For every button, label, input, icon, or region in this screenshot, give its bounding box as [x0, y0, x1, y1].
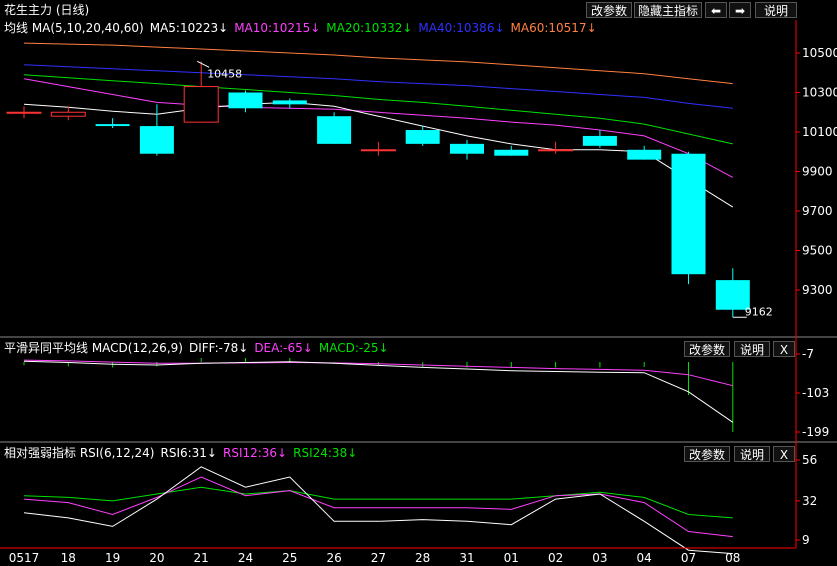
rsi-tick-label: 32 — [802, 494, 817, 508]
candle-body — [450, 143, 484, 154]
ma10-line — [23, 78, 734, 178]
rsi-panel-separator — [0, 441, 837, 443]
date-tick-label: 02 — [548, 551, 563, 565]
macd-tick-label: -7 — [802, 347, 814, 361]
candle-body — [494, 149, 529, 156]
candle-body — [538, 149, 574, 152]
date-tick-label: 18 — [61, 551, 76, 565]
candle-body — [671, 153, 706, 275]
candle-body — [272, 100, 307, 105]
legend-ma40: MA40:10386↓ — [418, 21, 505, 35]
macd-help-button[interactable]: 说明 — [734, 341, 770, 357]
candle-body — [405, 130, 440, 144]
date-tick-label: 24 — [238, 551, 253, 565]
arrow-right-icon[interactable]: ➡ — [729, 2, 751, 18]
legend-macd: MACD:-25↓ — [318, 341, 389, 355]
date-tick-label: 19 — [105, 551, 120, 565]
ma40-line — [23, 64, 733, 109]
date-tick-label: 31 — [459, 551, 474, 565]
candle-body — [228, 92, 263, 109]
candle-body — [715, 280, 750, 310]
help-button[interactable]: 说明 — [755, 2, 797, 18]
rsi-legend: 相对强弱指标 RSI(6,12,24) RSI6:31↓ RSI12:36↓ RSI2… — [4, 446, 363, 461]
rsi-close-icon[interactable]: X — [773, 446, 795, 462]
rsi-params-button[interactable]: 改参数 — [684, 446, 730, 462]
legend-diff: DIFF:-78↓ — [188, 341, 249, 355]
rsi6-line — [23, 466, 733, 555]
legend-dea: DEA:-65↓ — [254, 341, 313, 355]
main-legend: 均线 MA(5,10,20,40,60) MA5:10223↓ MA10:10215… — [4, 21, 603, 36]
date-tick-label: 0517 — [9, 551, 40, 565]
high-price-label: 10458 — [207, 67, 242, 80]
macd-dea-line — [23, 359, 733, 387]
macd-legend: 平滑异同平均线 MACD(12,26,9) DIFF:-78↓ DEA:-65↓ MA… — [4, 341, 395, 356]
chart-title: 花生主力 (日线) — [4, 3, 90, 17]
legend-ma10: MA10:10215↓ — [234, 21, 321, 35]
price-tick-label: 9300 — [802, 283, 833, 297]
candle-body — [139, 126, 174, 154]
date-tick-label: 28 — [415, 551, 430, 565]
candle-body — [6, 111, 42, 114]
macd-panel-separator — [0, 336, 837, 338]
date-tick-label: 26 — [326, 551, 341, 565]
legend-rsi12: RSI12:36↓ — [222, 446, 288, 460]
rsi-help-button[interactable]: 说明 — [734, 446, 770, 462]
candle-body — [360, 149, 396, 152]
date-tick-label: 25 — [282, 551, 297, 565]
candle-body — [627, 149, 662, 160]
ma60-line — [23, 42, 733, 85]
candle-body — [183, 86, 219, 123]
legend-macd-title: 平滑异同平均线 MACD(12,26,9) — [4, 341, 183, 355]
date-tick-label: 20 — [149, 551, 164, 565]
rsi-tick-label: 56 — [802, 453, 817, 467]
rsi-tick-label: 9 — [802, 533, 810, 547]
price-tick-label: 10300 — [802, 86, 837, 100]
candle-body — [95, 124, 130, 127]
legend-ma20: MA20:10332↓ — [326, 21, 413, 35]
date-tick-label: 01 — [504, 551, 519, 565]
price-tick-label: 9500 — [802, 244, 833, 258]
price-tick-label: 9700 — [802, 204, 833, 218]
date-tick-label: 27 — [371, 551, 386, 565]
macd-params-button[interactable]: 改参数 — [684, 341, 730, 357]
ma5-line — [23, 101, 734, 208]
date-tick-label: 07 — [681, 551, 696, 565]
macd-close-icon[interactable]: X — [773, 341, 795, 357]
date-tick-label: 08 — [725, 551, 740, 565]
legend-rsi6: RSI6:31↓ — [160, 446, 217, 460]
high-marker-line — [196, 60, 210, 68]
candle-body — [317, 116, 352, 144]
hide-main-indicator-button[interactable]: 隐藏主指标 — [634, 2, 702, 18]
change-params-button[interactable]: 改参数 — [586, 2, 632, 18]
rsi12-line — [23, 476, 733, 538]
kline-chart[interactable]: 10500 10300 10100 9900 9700 9500 9300 -7 -103 -19… — [0, 0, 837, 566]
date-tick-label: 04 — [637, 551, 652, 565]
legend-rsi-title: 相对强弱指标 RSI(6,12,24) — [4, 446, 155, 460]
price-tick-label: 9900 — [802, 165, 833, 179]
legend-ma5: MA5:10223↓ — [149, 21, 229, 35]
candle-body — [50, 111, 86, 117]
ma20-line — [23, 74, 733, 145]
date-tick-label: 03 — [592, 551, 607, 565]
candle-body — [582, 135, 617, 146]
legend-rsi24: RSI24:38↓ — [293, 446, 358, 460]
arrow-left-icon[interactable]: ⬅ — [705, 2, 727, 18]
price-tick-label: 10500 — [802, 46, 837, 60]
macd-diff-line — [23, 360, 734, 423]
macd-tick-label: -103 — [802, 386, 829, 400]
low-price-label: 9162 — [745, 305, 773, 318]
macd-tick-label: -199 — [802, 425, 829, 439]
date-tick-label: 21 — [194, 551, 209, 565]
rsi24-line — [23, 486, 733, 519]
legend-ma60: MA60:10517↓ — [510, 21, 597, 35]
legend-ma-title: 均线 MA(5,10,20,40,60) — [4, 21, 144, 35]
price-tick-label: 10100 — [802, 125, 837, 139]
